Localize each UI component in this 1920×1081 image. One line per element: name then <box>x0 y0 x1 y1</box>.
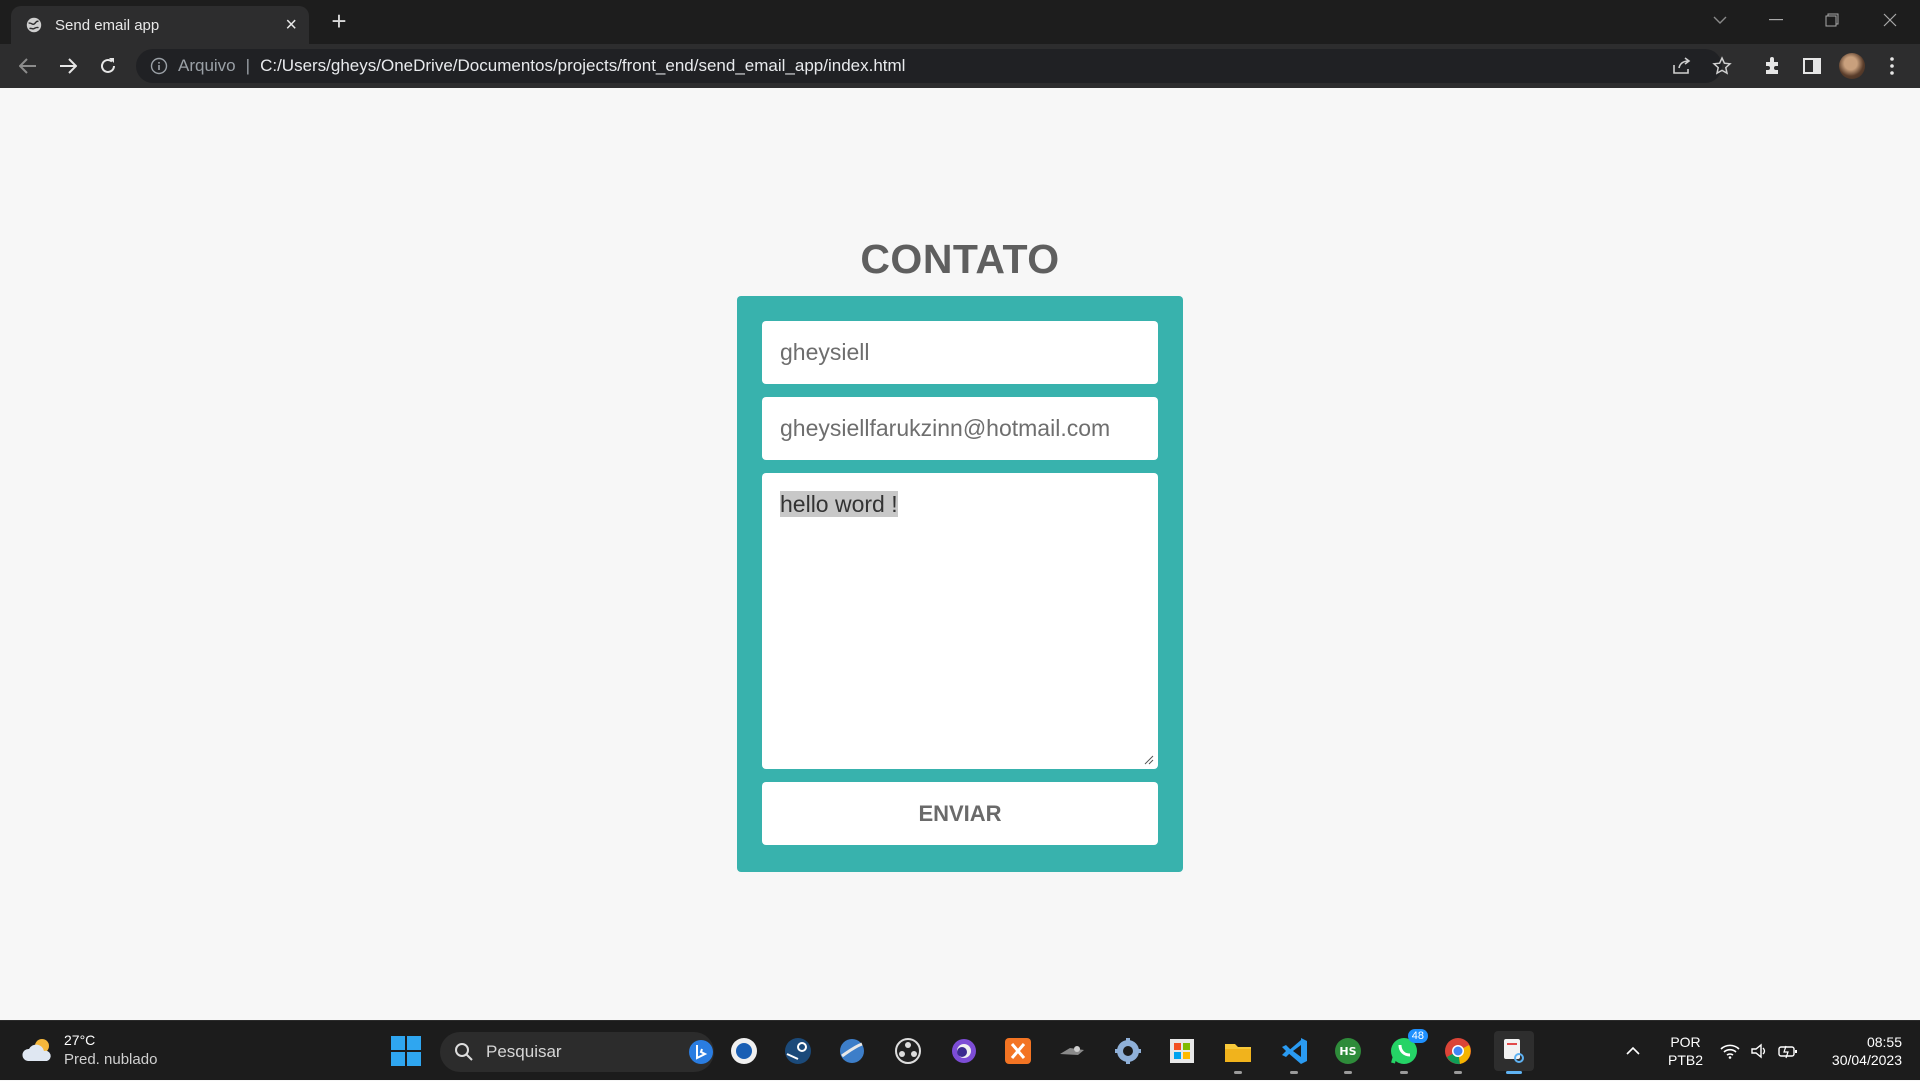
taskbar-app-store[interactable] <box>1162 1031 1202 1071</box>
info-icon[interactable] <box>150 57 168 75</box>
show-hidden-icons-icon[interactable] <box>1618 1031 1648 1071</box>
search-placeholder: Pesquisar <box>486 1042 562 1061</box>
bookmark-star-icon[interactable] <box>1706 50 1738 82</box>
taskbar-app-whatsapp[interactable]: 48 <box>1384 1029 1428 1074</box>
forward-icon[interactable] <box>52 50 84 82</box>
tab-search-chevron-icon[interactable] <box>1692 0 1748 40</box>
share-icon[interactable] <box>1666 50 1698 82</box>
clock-date: 30/04/2023 <box>1831 1052 1902 1068</box>
url-text[interactable]: C:/Users/gheys/OneDrive/Documentos/proje… <box>260 56 905 76</box>
taskbar-app-file-explorer[interactable] <box>1218 1031 1258 1074</box>
address-separator: | <box>245 56 251 75</box>
taskbar-app-vscode[interactable] <box>1274 1031 1314 1074</box>
notification-badge: 48 <box>1407 1029 1428 1043</box>
browser-tab-strip: Send email app × + <box>0 0 1920 44</box>
obs-icon <box>895 1038 921 1064</box>
bing-icon[interactable] <box>688 1039 714 1065</box>
windows-start-icon[interactable] <box>390 1035 422 1067</box>
taskbar-app-xampp[interactable] <box>998 1031 1038 1071</box>
page-content: CONTATO hello word ! ENVIAR <box>0 88 1920 1020</box>
tab-title: Send email app <box>55 16 160 34</box>
browser-toolbar: Arquivo | C:/Users/gheys/OneDrive/Docume… <box>0 44 1920 88</box>
email-input[interactable] <box>762 397 1158 460</box>
send-button[interactable]: ENVIAR <box>762 782 1158 845</box>
tor-icon <box>952 1039 976 1063</box>
new-tab-button[interactable]: + <box>324 6 354 36</box>
resize-handle-icon[interactable] <box>1144 755 1154 765</box>
taskbar-app-game[interactable] <box>1052 1031 1092 1071</box>
snipping-tool-icon <box>1504 1039 1524 1063</box>
store-icon <box>1170 1039 1194 1063</box>
keyboard-layout: PTB2 <box>1668 1052 1704 1068</box>
weather-temperature: 27°C <box>64 1032 96 1048</box>
taskbar-app-obs[interactable] <box>888 1031 928 1071</box>
xampp-icon <box>1005 1038 1031 1064</box>
minimize-icon[interactable] <box>1748 0 1804 40</box>
taskbar-app-chrome[interactable] <box>1438 1031 1478 1074</box>
svg-text:HS: HS <box>1339 1045 1356 1058</box>
restore-icon[interactable] <box>1804 0 1860 40</box>
taskbar-search[interactable]: Pesquisar <box>440 1032 714 1072</box>
battery-icon <box>1778 1045 1797 1059</box>
game-icon <box>1060 1046 1084 1055</box>
globe-icon <box>26 17 42 33</box>
weather-widget[interactable]: 27°C Pred. nublado <box>22 1031 157 1069</box>
avatar <box>1839 53 1865 79</box>
name-input[interactable] <box>762 321 1158 384</box>
tray-icons[interactable] <box>1720 1021 1798 1081</box>
globe-browser-icon <box>840 1039 864 1063</box>
close-window-icon[interactable] <box>1862 0 1918 40</box>
gear-icon <box>1115 1038 1141 1064</box>
browser-tab[interactable]: Send email app × <box>11 6 309 44</box>
chrome-icon <box>1445 1038 1471 1065</box>
steam-icon <box>785 1038 811 1064</box>
taskbar-app-hs[interactable]: HS <box>1328 1031 1368 1074</box>
back-icon[interactable] <box>12 50 44 82</box>
message-text: hello word ! <box>780 491 898 517</box>
partly-cloudy-icon <box>22 1039 51 1061</box>
taskbar-app-copilot[interactable] <box>724 1031 764 1071</box>
scheme-label: Arquivo <box>178 56 236 75</box>
system-clock[interactable]: 08:55 30/04/2023 <box>1820 1033 1902 1069</box>
search-icon <box>455 1043 473 1061</box>
language-indicator[interactable]: POR PTB2 <box>1668 1033 1703 1069</box>
side-panel-icon[interactable] <box>1796 50 1828 82</box>
taskbar-app-settings[interactable] <box>1108 1031 1148 1071</box>
reload-icon[interactable] <box>92 50 124 82</box>
contact-form: hello word ! ENVIAR <box>737 296 1183 872</box>
taskbar-app-steam[interactable] <box>778 1031 818 1071</box>
menu-kebab-icon[interactable] <box>1876 50 1908 82</box>
hs-icon: HS <box>1335 1038 1361 1064</box>
extensions-icon[interactable] <box>1756 50 1788 82</box>
windows-taskbar: 27°C Pred. nublado Pesquisar HS 48 POR P… <box>0 1020 1920 1080</box>
taskbar-app-browser[interactable] <box>832 1031 872 1071</box>
vscode-icon <box>1282 1038 1307 1064</box>
clock-time: 08:55 <box>1866 1034 1902 1050</box>
taskbar-app-snipping[interactable] <box>1494 1031 1534 1074</box>
address-bar[interactable]: Arquivo | C:/Users/gheys/OneDrive/Docume… <box>136 49 1722 83</box>
copilot-icon <box>731 1038 757 1064</box>
folder-icon <box>1225 1044 1251 1062</box>
wifi-icon <box>1720 1044 1740 1059</box>
volume-icon <box>1751 1043 1766 1059</box>
language-code: POR <box>1670 1034 1701 1050</box>
message-textarea[interactable]: hello word ! <box>762 473 1158 769</box>
taskbar-app-tor[interactable] <box>944 1031 984 1071</box>
page-title: CONTATO <box>860 236 1060 282</box>
weather-condition: Pred. nublado <box>64 1051 158 1068</box>
tab-close-icon[interactable]: × <box>285 15 297 35</box>
profile-avatar[interactable] <box>1836 50 1868 82</box>
